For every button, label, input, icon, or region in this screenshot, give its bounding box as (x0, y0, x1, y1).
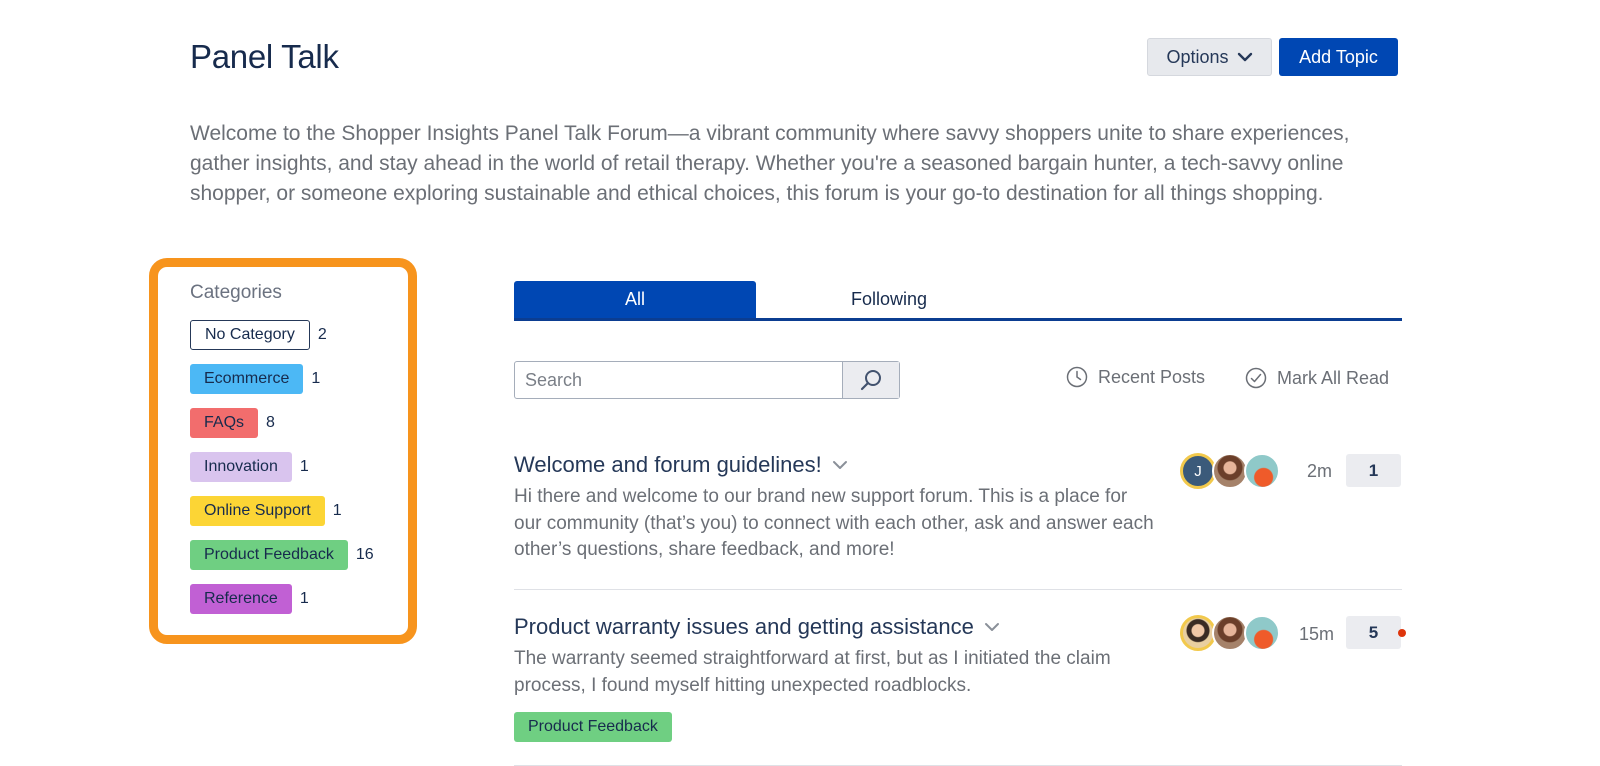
category-innovation: Innovation 1 (190, 452, 374, 482)
search-box (514, 361, 900, 399)
participant-avatars: J (1180, 453, 1280, 489)
topic-category-tag[interactable]: Product Feedback (514, 712, 672, 742)
add-topic-button[interactable]: Add Topic (1279, 38, 1398, 76)
search-button[interactable] (842, 362, 899, 398)
category-online-support: Online Support 1 (190, 496, 374, 526)
mark-all-read-label: Mark All Read (1277, 367, 1390, 388)
check-circle-icon (1245, 367, 1267, 389)
categories-heading: Categories (190, 282, 282, 303)
mark-all-read-link[interactable]: Mark All Read (1245, 367, 1389, 389)
category-count: 2 (317, 326, 327, 343)
search-input[interactable] (515, 362, 842, 398)
reply-count-badge: 5 (1346, 616, 1401, 649)
chevron-down-icon[interactable] (832, 460, 848, 470)
options-label: Options (1166, 46, 1229, 67)
tab-following[interactable]: Following (768, 281, 1010, 318)
topic-title[interactable]: Welcome and forum guidelines! (514, 452, 822, 478)
recent-posts-label: Recent Posts (1098, 366, 1206, 387)
category-pill[interactable]: Reference (190, 584, 292, 614)
category-pill[interactable]: Online Support (190, 496, 325, 526)
topic-time: 2m (1307, 461, 1333, 481)
category-ecommerce: Ecommerce 1 (190, 364, 374, 394)
topic-time: 15m (1299, 624, 1335, 644)
unread-indicator (1398, 629, 1406, 637)
page-title: Panel Talk (190, 38, 339, 75)
topic-excerpt: Hi there and welcome to our brand new su… (514, 486, 1154, 560)
category-count: 1 (299, 590, 309, 607)
category-count: 1 (332, 502, 342, 519)
category-count: 1 (299, 458, 309, 475)
chevron-down-icon (1237, 52, 1252, 62)
category-pill[interactable]: No Category (190, 320, 310, 350)
category-pill[interactable]: Innovation (190, 452, 292, 482)
category-pill[interactable]: Ecommerce (190, 364, 304, 394)
tab-all[interactable]: All (514, 281, 756, 318)
avatar[interactable]: J (1180, 453, 1216, 489)
header-actions: Options Add Topic (1147, 38, 1398, 76)
avatar[interactable] (1180, 615, 1216, 651)
forum-description: Welcome to the Shopper Insights Panel Ta… (190, 122, 1350, 205)
avatar[interactable] (1244, 453, 1280, 489)
avatar[interactable] (1244, 615, 1280, 651)
category-count: 1 (311, 370, 321, 387)
category-product-feedback: Product Feedback 16 (190, 540, 374, 570)
options-button[interactable]: Options (1147, 38, 1272, 76)
category-count: 8 (266, 414, 275, 431)
category-pill[interactable]: FAQs (190, 408, 259, 438)
avatar[interactable] (1212, 453, 1248, 489)
topic-tabs: All Following (514, 281, 1402, 321)
recent-posts-link[interactable]: Recent Posts (1066, 366, 1205, 388)
avatar[interactable] (1212, 615, 1248, 651)
topic-title[interactable]: Product warranty issues and getting assi… (514, 614, 974, 640)
search-icon (860, 370, 881, 391)
category-pill[interactable]: Product Feedback (190, 540, 348, 570)
topic-excerpt: The warranty seemed straightforward at f… (514, 648, 1111, 696)
category-reference: Reference 1 (190, 584, 374, 614)
chevron-down-icon[interactable] (984, 622, 1000, 632)
category-list: No Category 2 Ecommerce 1 FAQs 8 Innovat… (190, 320, 374, 628)
category-count: 16 (355, 546, 374, 563)
category-faqs: FAQs 8 (190, 408, 374, 438)
reply-count-badge: 1 (1346, 454, 1401, 487)
clock-icon (1066, 366, 1088, 388)
participant-avatars (1180, 615, 1280, 651)
category-no-category: No Category 2 (190, 320, 374, 350)
topic-divider (514, 589, 1402, 590)
